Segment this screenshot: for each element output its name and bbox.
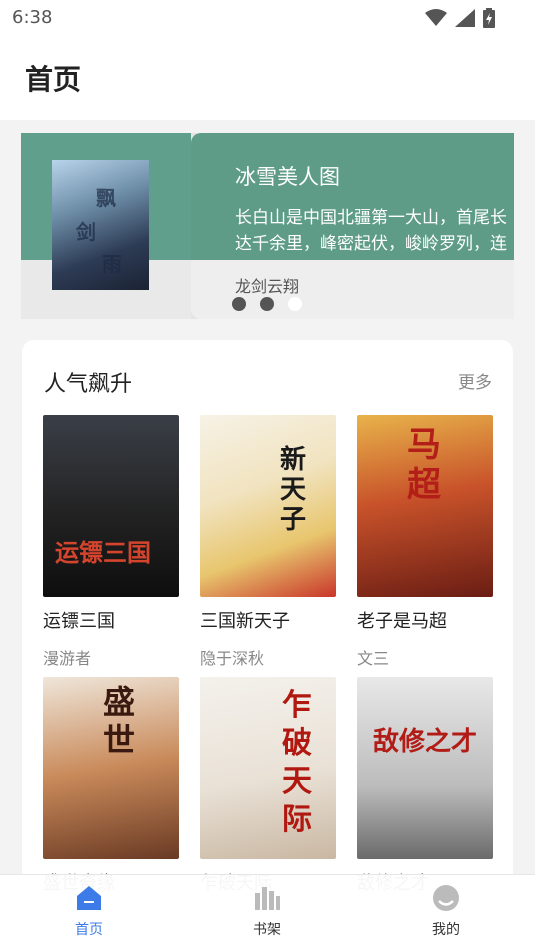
book-item[interactable]: 运镖三国 运镖三国 漫游者	[43, 415, 179, 669]
cover-title-text: 敌修之才	[373, 727, 478, 757]
section-title: 人气飙升	[44, 372, 133, 397]
book-cover[interactable]: 马超	[357, 415, 493, 597]
book-author: 隐于深秋	[200, 649, 265, 668]
more-link[interactable]: 更多	[458, 368, 492, 393]
book-title[interactable]: 老子是马超	[357, 607, 493, 633]
carousel-dot[interactable]	[260, 297, 274, 311]
banner-book-title[interactable]: 冰雪美人图	[235, 161, 340, 191]
app-header: 首页	[0, 40, 535, 120]
book-author: 漫游者	[43, 649, 92, 668]
book-cover[interactable]: 盛世	[43, 677, 179, 859]
cover-title-text: 乍破天际	[282, 688, 312, 837]
book-title[interactable]: 运镖三国	[43, 607, 179, 633]
tab-bookshelf[interactable]: 书架	[217, 883, 317, 939]
wifi-icon	[425, 9, 447, 26]
page-title: 首页	[25, 63, 82, 96]
battery-icon	[483, 8, 495, 28]
tab-label: 首页	[75, 922, 103, 938]
cover-title-text: 新天子	[280, 445, 307, 535]
carousel-dot[interactable]	[232, 297, 246, 311]
book-cover[interactable]: 敌修之才	[357, 677, 493, 859]
book-title[interactable]: 三国新天子	[200, 607, 336, 633]
banner-book-description: 长白山是中国北疆第一大山，首尾长达千余里，峰密起伏，峻岭罗列，连	[235, 208, 507, 254]
signal-icon	[455, 9, 475, 27]
banner-book-author: 龙剑云翔	[235, 277, 300, 296]
tab-label: 书架	[253, 922, 281, 938]
tab-label: 我的	[432, 922, 460, 938]
profile-icon	[433, 885, 459, 911]
book-author: 文三	[357, 649, 390, 668]
home-icon	[77, 886, 101, 910]
featured-banner[interactable]: 飘 剑 雨 冰雪美人图 长白山是中国北疆第一大山，首尾长达千余里，峰密起伏，峻岭…	[21, 133, 514, 319]
carousel-dot-active[interactable]	[288, 297, 302, 311]
popular-section: 人气飙升 更多 运镖三国 运镖三国 漫游者 新天子 三国新天子 隐于深秋 马超 …	[22, 340, 513, 951]
bookshelf-icon	[255, 887, 280, 910]
book-item[interactable]: 马超 老子是马超 文三	[357, 415, 493, 669]
book-cover[interactable]: 乍破天际	[200, 677, 336, 859]
book-item[interactable]: 盛世 盛世奇缘	[43, 677, 179, 907]
status-bar: 6:38	[0, 0, 535, 40]
book-item[interactable]: 新天子 三国新天子 隐于深秋	[200, 415, 336, 669]
carousel-dots[interactable]	[232, 297, 302, 311]
status-time: 6:38	[12, 7, 53, 28]
book-item[interactable]: 乍破天际 乍破天际	[200, 677, 336, 907]
tab-profile[interactable]: 我的	[396, 883, 496, 939]
status-icons	[425, 8, 495, 28]
banner-book-cover[interactable]: 飘 剑 雨	[52, 160, 149, 290]
tab-home[interactable]: 首页	[39, 883, 139, 939]
book-cover[interactable]: 新天子	[200, 415, 336, 597]
book-item[interactable]: 敌修之才 敌修之才	[357, 677, 493, 907]
cover-title-text: 马超	[407, 425, 441, 505]
cover-title-text: 盛世	[103, 683, 136, 759]
book-cover[interactable]: 运镖三国	[43, 415, 179, 597]
cover-title-text: 运镖三国	[55, 538, 151, 567]
bottom-tabbar: 首页 书架 我的	[0, 874, 535, 951]
